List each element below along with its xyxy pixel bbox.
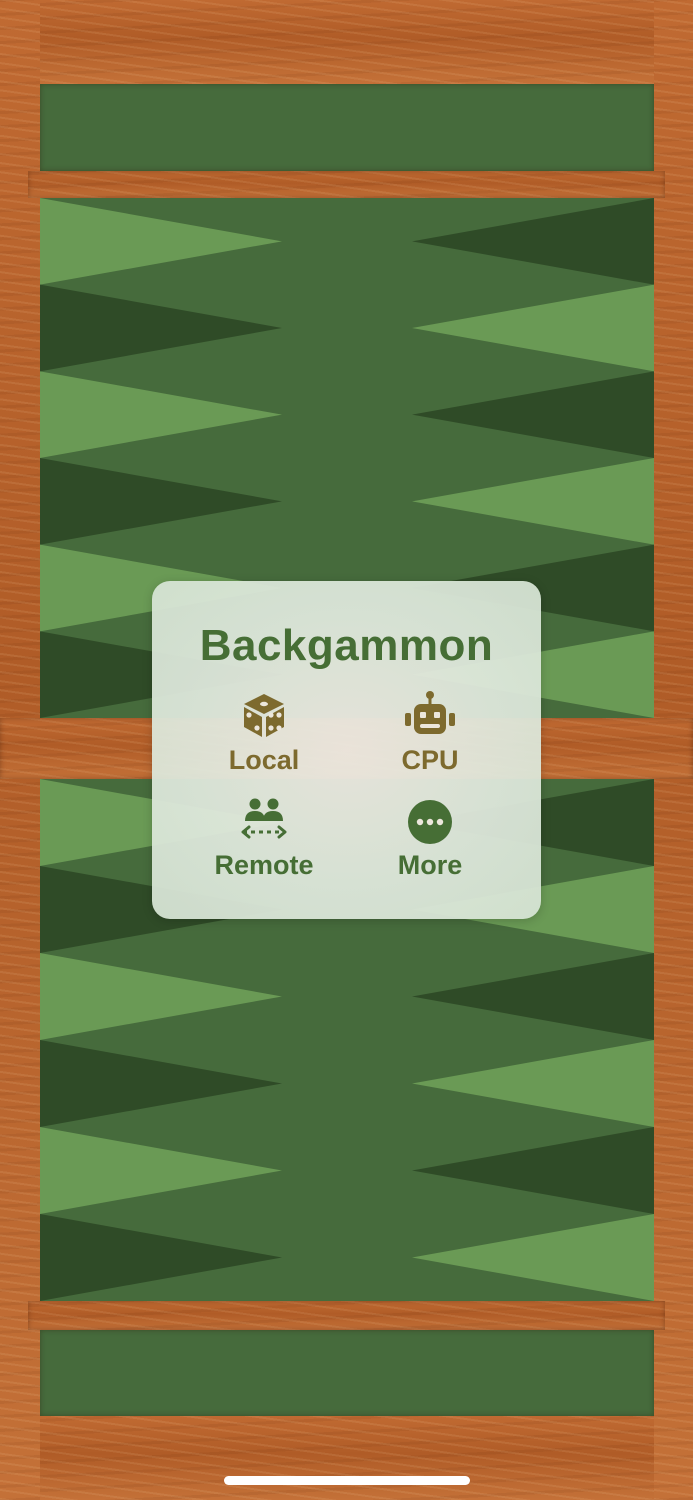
board-point[interactable]: [412, 1214, 654, 1301]
game-title: Backgammon: [199, 621, 494, 670]
board-point[interactable]: [40, 371, 282, 458]
local-label: Local: [228, 745, 300, 775]
board-point[interactable]: [40, 284, 282, 372]
home-indicator[interactable]: [224, 1476, 470, 1485]
local-button[interactable]: Local: [174, 691, 354, 791]
board-point[interactable]: [40, 1214, 282, 1301]
board-point[interactable]: [412, 198, 654, 285]
cpu-button[interactable]: CPU: [340, 691, 520, 791]
remote-label: Remote: [214, 850, 314, 880]
dice-icon: [240, 691, 288, 744]
cpu-label: CPU: [401, 745, 459, 775]
board-point[interactable]: [40, 198, 282, 285]
board-point[interactable]: [40, 1040, 282, 1127]
start-menu-panel: Backgammon Local CPU Remote More: [152, 581, 541, 919]
remote-button[interactable]: Remote: [174, 797, 354, 897]
people-exchange-icon: [239, 797, 289, 846]
board-point[interactable]: [412, 458, 654, 545]
board-point[interactable]: [412, 1127, 654, 1214]
board-point[interactable]: [40, 953, 282, 1040]
board-point[interactable]: [412, 1040, 654, 1127]
board-point[interactable]: [412, 284, 654, 372]
board-point[interactable]: [40, 458, 282, 545]
board-point[interactable]: [412, 953, 654, 1040]
robot-icon: [402, 689, 458, 744]
ellipsis-circle-icon: [407, 799, 453, 850]
board-point[interactable]: [412, 371, 654, 458]
board-point[interactable]: [40, 1127, 282, 1214]
more-label: More: [397, 850, 463, 880]
more-button[interactable]: More: [340, 797, 520, 897]
